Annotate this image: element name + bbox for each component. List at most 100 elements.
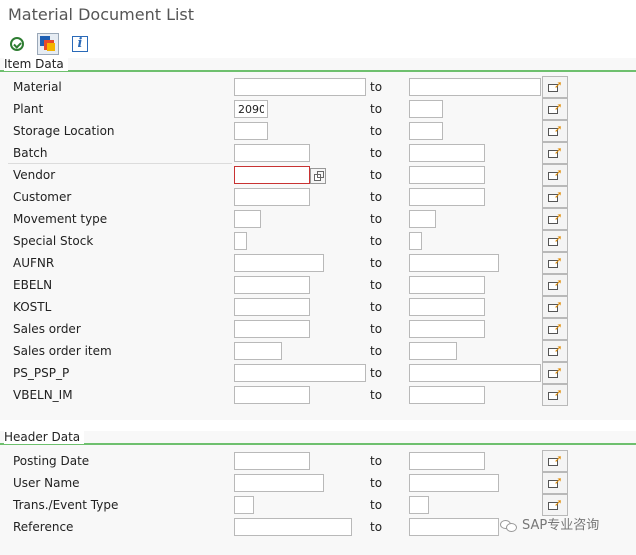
wechat-icon — [500, 519, 518, 533]
multiple-selection-button[interactable]: ➚ — [542, 230, 568, 252]
kostl-to-input[interactable] — [409, 298, 485, 316]
multiple-selection-button[interactable]: ➚ — [542, 186, 568, 208]
to-label: to — [370, 212, 383, 226]
reference-from-input[interactable] — [234, 518, 352, 536]
special-stock-to-input[interactable] — [409, 232, 422, 250]
execute-button[interactable] — [6, 33, 28, 55]
select-row-user-name: User Name to ➚ — [0, 472, 636, 494]
aufnr-from-input[interactable] — [234, 254, 324, 272]
multiple-selection-button[interactable]: ➚ — [542, 340, 568, 362]
to-label: to — [370, 520, 383, 534]
to-label: to — [370, 278, 383, 292]
batch-to-input[interactable] — [409, 144, 485, 162]
ebeln-from-input[interactable] — [234, 276, 310, 294]
field-label: AUFNR — [13, 256, 55, 270]
multiple-selection-arrow-icon: ➚ — [548, 301, 562, 313]
to-label: to — [370, 256, 383, 270]
to-label: to — [370, 344, 383, 358]
multiple-selection-button[interactable]: ➚ — [542, 362, 568, 384]
ps-psp-p-to-input[interactable] — [409, 364, 541, 382]
field-label: EBELN — [13, 278, 53, 292]
sales-order-to-input[interactable] — [409, 320, 485, 338]
get-variant-button[interactable] — [37, 33, 59, 55]
multiple-selection-arrow-icon: ➚ — [548, 499, 562, 511]
storage-location-to-input[interactable] — [409, 122, 443, 140]
multiple-selection-button[interactable]: ➚ — [542, 252, 568, 274]
to-label: to — [370, 190, 383, 204]
field-label: Movement type — [13, 212, 108, 226]
vendor-to-input[interactable] — [409, 166, 485, 184]
field-label: Storage Location — [13, 124, 115, 138]
ebeln-to-input[interactable] — [409, 276, 485, 294]
multiple-selection-arrow-icon: ➚ — [548, 389, 562, 401]
multiple-selection-button[interactable]: ➚ — [542, 472, 568, 494]
vendor-from-input[interactable] — [234, 166, 310, 184]
multiple-selection-button[interactable]: ➚ — [542, 296, 568, 318]
sales-order-item-from-input[interactable] — [234, 342, 282, 360]
multiple-selection-arrow-icon: ➚ — [548, 323, 562, 335]
multiple-selection-button[interactable]: ➚ — [542, 318, 568, 340]
multiple-selection-button[interactable]: ➚ — [542, 98, 568, 120]
trans-event-type-from-input[interactable] — [234, 496, 254, 514]
select-row-vbeln-im: VBELN_IM to ➚ — [0, 384, 636, 406]
multiple-selection-button[interactable]: ➚ — [542, 164, 568, 186]
section-title: Header Data — [4, 431, 85, 444]
trans-event-type-to-input[interactable] — [409, 496, 429, 514]
value-help-icon[interactable] — [310, 168, 326, 184]
multiple-selection-button[interactable]: ➚ — [542, 384, 568, 406]
sales-order-item-to-input[interactable] — [409, 342, 457, 360]
to-label: to — [370, 476, 383, 490]
multiple-selection-arrow-icon: ➚ — [548, 257, 562, 269]
multiple-selection-button[interactable]: ➚ — [542, 142, 568, 164]
field-label: Sales order item — [13, 344, 112, 358]
field-label: VBELN_IM — [13, 388, 73, 402]
multiple-selection-button[interactable]: ➚ — [542, 208, 568, 230]
information-button[interactable]: i — [69, 33, 91, 55]
multiple-selection-button[interactable]: ➚ — [542, 76, 568, 98]
multiple-selection-button[interactable]: ➚ — [542, 120, 568, 142]
to-label: to — [370, 102, 383, 116]
special-stock-from-input[interactable] — [234, 232, 247, 250]
material-from-input[interactable] — [234, 78, 366, 96]
field-label: Material — [13, 80, 62, 94]
vbeln-im-from-input[interactable] — [234, 386, 310, 404]
vbeln-im-to-input[interactable] — [409, 386, 485, 404]
plant-to-input[interactable] — [409, 100, 443, 118]
aufnr-to-input[interactable] — [409, 254, 499, 272]
select-row-ps-psp-p: PS_PSP_P to ➚ — [0, 362, 636, 384]
select-row-storage-location: Storage Location to ➚ — [0, 120, 636, 142]
field-label: KOSTL — [13, 300, 52, 314]
to-label: to — [370, 498, 383, 512]
multiple-selection-button[interactable]: ➚ — [542, 450, 568, 472]
material-to-input[interactable] — [409, 78, 541, 96]
customer-from-input[interactable] — [234, 188, 310, 206]
kostl-from-input[interactable] — [234, 298, 310, 316]
section-divider — [0, 70, 636, 72]
multiple-selection-button[interactable]: ➚ — [542, 494, 568, 516]
section-divider — [0, 443, 636, 445]
movement-type-from-input[interactable] — [234, 210, 261, 228]
plant-from-input[interactable] — [234, 100, 268, 118]
user-name-from-input[interactable] — [234, 474, 324, 492]
field-label: Reference — [13, 520, 74, 534]
section-title: Item Data — [4, 58, 68, 71]
multiple-selection-arrow-icon: ➚ — [548, 455, 562, 467]
posting-date-to-input[interactable] — [409, 452, 485, 470]
multiple-selection-arrow-icon: ➚ — [548, 169, 562, 181]
reference-to-input[interactable] — [409, 518, 499, 536]
select-row-sales-order: Sales order to ➚ — [0, 318, 636, 340]
sales-order-from-input[interactable] — [234, 320, 310, 338]
movement-type-to-input[interactable] — [409, 210, 436, 228]
select-row-movement-type: Movement type to ➚ — [0, 208, 636, 230]
customer-to-input[interactable] — [409, 188, 485, 206]
ps-psp-p-from-input[interactable] — [234, 364, 366, 382]
get-variant-icon — [40, 36, 56, 52]
select-row-sales-order-item: Sales order item to ➚ — [0, 340, 636, 362]
multiple-selection-button[interactable]: ➚ — [542, 274, 568, 296]
select-row-plant: Plant to ➚ — [0, 98, 636, 120]
multiple-selection-arrow-icon: ➚ — [548, 367, 562, 379]
storage-location-from-input[interactable] — [234, 122, 268, 140]
posting-date-from-input[interactable] — [234, 452, 310, 470]
user-name-to-input[interactable] — [409, 474, 499, 492]
batch-from-input[interactable] — [234, 144, 310, 162]
